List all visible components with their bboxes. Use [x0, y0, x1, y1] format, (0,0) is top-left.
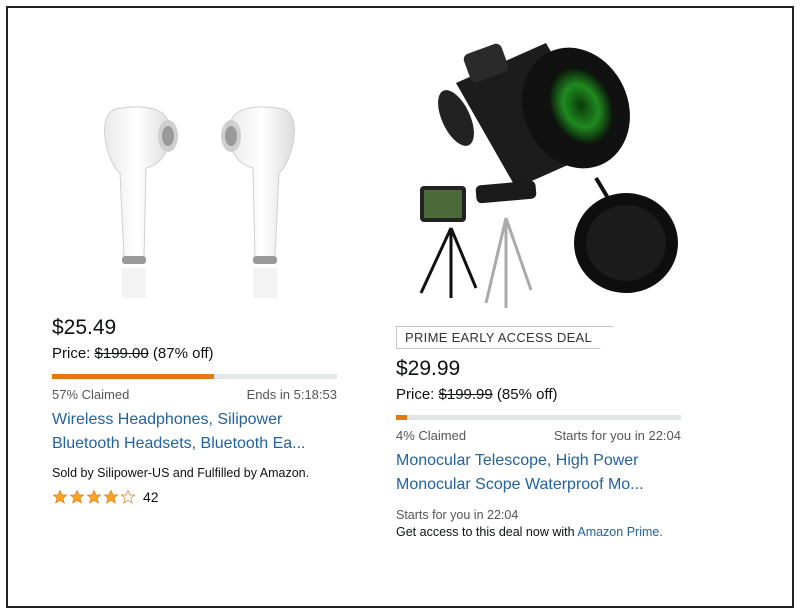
claimed-progress-fill — [52, 374, 215, 379]
claimed-text: 4% Claimed — [396, 428, 467, 443]
deals-frame: $25.49 Price: $199.00 (87% off) 57% Clai… — [6, 6, 794, 608]
monocular-icon — [419, 43, 678, 308]
deal-timer: Ends in 5:18:53 — [246, 387, 337, 402]
star-full-icon — [86, 489, 102, 504]
rating-stars[interactable]: 42 — [52, 489, 352, 505]
title-line-1[interactable]: Monocular Telescope, High Power — [396, 449, 686, 473]
title-line-2[interactable]: Monocular Scope Waterproof Mo... — [396, 473, 686, 497]
original-price: $199.00 — [94, 345, 149, 362]
seller-info: Sold by Silipower-US and Fulfilled by Am… — [52, 466, 310, 480]
claimed-progress-bar — [396, 415, 681, 420]
star-full-icon — [52, 489, 68, 504]
title-line-1[interactable]: Wireless Headphones, Silipower — [52, 408, 342, 432]
product-image-earbuds[interactable] — [52, 68, 352, 308]
list-price-row: Price: $199.00 (87% off) — [52, 345, 352, 362]
star-full-icon — [69, 489, 85, 504]
product-title-link[interactable]: Wireless Headphones, Silipower Bluetooth… — [52, 408, 342, 456]
deal-meta-row: 4% Claimed Starts for you in 22:04 — [396, 428, 681, 443]
amazon-prime-link[interactable]: Amazon Prime. — [577, 525, 662, 539]
claimed-progress-fill — [396, 415, 408, 420]
deal-card-monocular[interactable]: PRIME EARLY ACCESS DEAL $29.99 Price: $1… — [396, 28, 696, 541]
prime-access-text: Get access to this deal now with Amazon … — [396, 523, 686, 541]
product-title-link[interactable]: Monocular Telescope, High Power Monocula… — [396, 449, 686, 497]
original-price: $199.99 — [438, 386, 493, 403]
deal-card-headphones[interactable]: $25.49 Price: $199.00 (87% off) 57% Clai… — [52, 68, 352, 505]
star-empty-icon — [120, 489, 136, 504]
title-line-2[interactable]: Bluetooth Headsets, Bluetooth Ea... — [52, 432, 342, 456]
claimed-text: 57% Claimed — [52, 387, 130, 402]
discount-percent: (85% off) — [496, 386, 558, 403]
star-full-icon — [103, 489, 119, 504]
deal-price: $25.49 — [52, 316, 117, 339]
price-label: Price: — [52, 345, 91, 362]
claimed-progress-bar — [52, 374, 337, 379]
discount-percent: (87% off) — [152, 345, 214, 362]
starts-note: Starts for you in 22:04 — [396, 508, 519, 522]
deal-badge: PRIME EARLY ACCESS DEAL — [396, 326, 614, 349]
access-text: Get access to this deal now with — [396, 525, 575, 539]
list-price-row: Price: $199.99 (85% off) — [396, 386, 696, 403]
price-label: Price: — [396, 386, 435, 403]
product-image-monocular[interactable] — [396, 28, 696, 318]
rating-count[interactable]: 42 — [143, 489, 159, 505]
deal-price: $29.99 — [396, 357, 461, 380]
earbuds-icon — [104, 106, 295, 298]
deal-meta-row: 57% Claimed Ends in 5:18:53 — [52, 387, 337, 402]
deal-timer: Starts for you in 22:04 — [553, 428, 681, 443]
